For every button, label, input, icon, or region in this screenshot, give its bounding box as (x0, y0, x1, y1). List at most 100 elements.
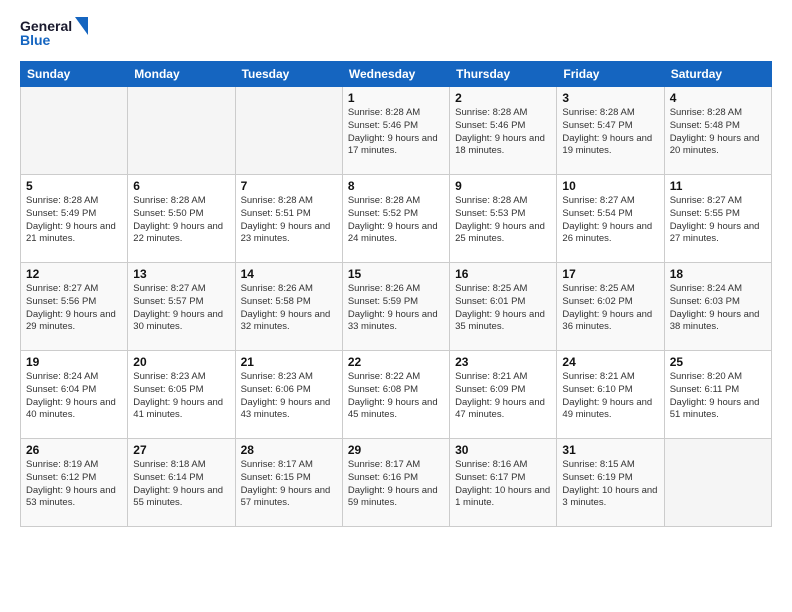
day-number: 31 (562, 443, 658, 457)
day-cell (664, 439, 771, 527)
day-number: 5 (26, 179, 122, 193)
day-cell: 27 Sunrise: 8:18 AM Sunset: 6:14 PM Dayli… (128, 439, 235, 527)
day-info: Sunrise: 8:25 AM Sunset: 6:02 PM Dayligh… (562, 283, 658, 334)
day-info: Sunrise: 8:27 AM Sunset: 5:54 PM Dayligh… (562, 195, 658, 246)
day-cell: 11 Sunrise: 8:27 AM Sunset: 5:55 PM Dayli… (664, 175, 771, 263)
weekday-header-friday: Friday (557, 62, 664, 87)
week-row-3: 12 Sunrise: 8:27 AM Sunset: 5:56 PM Dayli… (21, 263, 772, 351)
day-number: 15 (348, 267, 444, 281)
day-cell: 1 Sunrise: 8:28 AM Sunset: 5:46 PM Daylig… (342, 87, 449, 175)
week-row-2: 5Sunrise: 8:28 AM Sunset: 5:49 PM Daylig… (21, 175, 772, 263)
day-info: Sunrise: 8:23 AM Sunset: 6:05 PM Dayligh… (133, 371, 229, 422)
header: GeneralBlue (20, 15, 772, 51)
day-number: 16 (455, 267, 551, 281)
day-info: Sunrise: 8:27 AM Sunset: 5:55 PM Dayligh… (670, 195, 766, 246)
day-number: 28 (241, 443, 337, 457)
day-cell: 25Sunrise: 8:20 AM Sunset: 6:11 PM Dayli… (664, 351, 771, 439)
week-row-5: 26 Sunrise: 8:19 AM Sunset: 6:12 PM Dayli… (21, 439, 772, 527)
day-cell: 22 Sunrise: 8:22 AM Sunset: 6:08 PM Dayli… (342, 351, 449, 439)
day-info: Sunrise: 8:28 AM Sunset: 5:51 PM Dayligh… (241, 195, 337, 246)
day-number: 18 (670, 267, 766, 281)
day-info: Sunrise: 8:27 AM Sunset: 5:56 PM Dayligh… (26, 283, 122, 334)
day-cell: 2 Sunrise: 8:28 AM Sunset: 5:46 PM Daylig… (450, 87, 557, 175)
day-number: 2 (455, 91, 551, 105)
day-cell: 17 Sunrise: 8:25 AM Sunset: 6:02 PM Dayli… (557, 263, 664, 351)
day-info: Sunrise: 8:15 AM Sunset: 6:19 PM Dayligh… (562, 459, 658, 510)
day-number: 26 (26, 443, 122, 457)
week-row-4: 19 Sunrise: 8:24 AM Sunset: 6:04 PM Dayli… (21, 351, 772, 439)
weekday-header-thursday: Thursday (450, 62, 557, 87)
day-number: 9 (455, 179, 551, 193)
day-cell: 29Sunrise: 8:17 AM Sunset: 6:16 PM Dayli… (342, 439, 449, 527)
day-number: 11 (670, 179, 766, 193)
day-cell (21, 87, 128, 175)
day-cell: 3Sunrise: 8:28 AM Sunset: 5:47 PM Daylig… (557, 87, 664, 175)
day-number: 22 (348, 355, 444, 369)
day-info: Sunrise: 8:28 AM Sunset: 5:52 PM Dayligh… (348, 195, 444, 246)
day-info: Sunrise: 8:28 AM Sunset: 5:47 PM Dayligh… (562, 107, 658, 158)
day-info: Sunrise: 8:17 AM Sunset: 6:15 PM Dayligh… (241, 459, 337, 510)
day-cell: 13 Sunrise: 8:27 AM Sunset: 5:57 PM Dayli… (128, 263, 235, 351)
day-number: 21 (241, 355, 337, 369)
day-number: 17 (562, 267, 658, 281)
day-cell: 16 Sunrise: 8:25 AM Sunset: 6:01 PM Dayli… (450, 263, 557, 351)
day-info: Sunrise: 8:24 AM Sunset: 6:04 PM Dayligh… (26, 371, 122, 422)
day-cell: 10 Sunrise: 8:27 AM Sunset: 5:54 PM Dayli… (557, 175, 664, 263)
day-info: Sunrise: 8:28 AM Sunset: 5:46 PM Dayligh… (455, 107, 551, 158)
day-number: 30 (455, 443, 551, 457)
weekday-header-monday: Monday (128, 62, 235, 87)
weekday-header-row: SundayMondayTuesdayWednesdayThursdayFrid… (21, 62, 772, 87)
day-cell: 24 Sunrise: 8:21 AM Sunset: 6:10 PM Dayli… (557, 351, 664, 439)
day-cell: 23 Sunrise: 8:21 AM Sunset: 6:09 PM Dayli… (450, 351, 557, 439)
day-number: 24 (562, 355, 658, 369)
day-number: 8 (348, 179, 444, 193)
day-number: 12 (26, 267, 122, 281)
weekday-header-sunday: Sunday (21, 62, 128, 87)
day-info: Sunrise: 8:17 AM Sunset: 6:16 PM Dayligh… (348, 459, 444, 510)
day-info: Sunrise: 8:21 AM Sunset: 6:09 PM Dayligh… (455, 371, 551, 422)
day-cell: 14Sunrise: 8:26 AM Sunset: 5:58 PM Dayli… (235, 263, 342, 351)
day-info: Sunrise: 8:18 AM Sunset: 6:14 PM Dayligh… (133, 459, 229, 510)
day-cell: 19 Sunrise: 8:24 AM Sunset: 6:04 PM Dayli… (21, 351, 128, 439)
day-info: Sunrise: 8:28 AM Sunset: 5:46 PM Dayligh… (348, 107, 444, 158)
day-cell: 20 Sunrise: 8:23 AM Sunset: 6:05 PM Dayli… (128, 351, 235, 439)
day-info: Sunrise: 8:22 AM Sunset: 6:08 PM Dayligh… (348, 371, 444, 422)
weekday-header-tuesday: Tuesday (235, 62, 342, 87)
day-number: 19 (26, 355, 122, 369)
day-cell: 30Sunrise: 8:16 AM Sunset: 6:17 PM Dayli… (450, 439, 557, 527)
day-cell: 21Sunrise: 8:23 AM Sunset: 6:06 PM Dayli… (235, 351, 342, 439)
day-info: Sunrise: 8:21 AM Sunset: 6:10 PM Dayligh… (562, 371, 658, 422)
day-number: 20 (133, 355, 229, 369)
day-number: 1 (348, 91, 444, 105)
day-cell: 31 Sunrise: 8:15 AM Sunset: 6:19 PM Dayli… (557, 439, 664, 527)
day-number: 4 (670, 91, 766, 105)
week-row-1: 1 Sunrise: 8:28 AM Sunset: 5:46 PM Daylig… (21, 87, 772, 175)
day-number: 13 (133, 267, 229, 281)
day-cell: 26 Sunrise: 8:19 AM Sunset: 6:12 PM Dayli… (21, 439, 128, 527)
day-number: 27 (133, 443, 229, 457)
day-info: Sunrise: 8:28 AM Sunset: 5:50 PM Dayligh… (133, 195, 229, 246)
day-number: 14 (241, 267, 337, 281)
page: GeneralBlue SundayMondayTuesdayWednesday… (0, 0, 792, 612)
day-info: Sunrise: 8:28 AM Sunset: 5:48 PM Dayligh… (670, 107, 766, 158)
day-number: 23 (455, 355, 551, 369)
day-cell: 4 Sunrise: 8:28 AM Sunset: 5:48 PM Daylig… (664, 87, 771, 175)
day-number: 10 (562, 179, 658, 193)
svg-text:Blue: Blue (20, 32, 51, 48)
day-info: Sunrise: 8:25 AM Sunset: 6:01 PM Dayligh… (455, 283, 551, 334)
day-number: 25 (670, 355, 766, 369)
weekday-header-saturday: Saturday (664, 62, 771, 87)
day-cell: 28 Sunrise: 8:17 AM Sunset: 6:15 PM Dayli… (235, 439, 342, 527)
day-number: 7 (241, 179, 337, 193)
day-cell: 6 Sunrise: 8:28 AM Sunset: 5:50 PM Daylig… (128, 175, 235, 263)
day-info: Sunrise: 8:27 AM Sunset: 5:57 PM Dayligh… (133, 283, 229, 334)
calendar-table: SundayMondayTuesdayWednesdayThursdayFrid… (20, 61, 772, 527)
weekday-header-wednesday: Wednesday (342, 62, 449, 87)
day-cell: 18 Sunrise: 8:24 AM Sunset: 6:03 PM Dayli… (664, 263, 771, 351)
day-info: Sunrise: 8:24 AM Sunset: 6:03 PM Dayligh… (670, 283, 766, 334)
day-info: Sunrise: 8:28 AM Sunset: 5:53 PM Dayligh… (455, 195, 551, 246)
logo: GeneralBlue (20, 15, 90, 51)
day-info: Sunrise: 8:19 AM Sunset: 6:12 PM Dayligh… (26, 459, 122, 510)
day-number: 6 (133, 179, 229, 193)
logo-icon: GeneralBlue (20, 15, 90, 51)
